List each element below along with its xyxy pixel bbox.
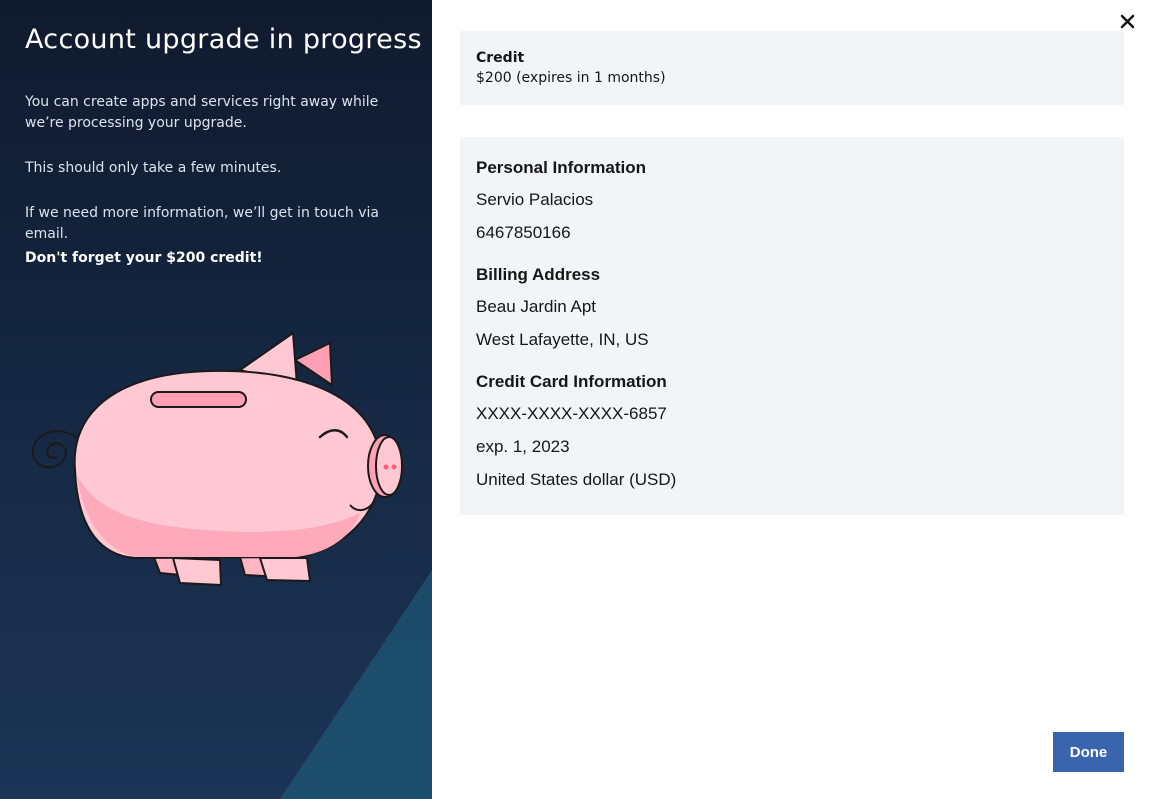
credit-card-expiry: exp. 1, 2023 xyxy=(476,437,570,456)
left-panel: Account upgrade in progress You can crea… xyxy=(0,0,432,799)
credit-card-currency: United States dollar (USD) xyxy=(476,470,677,489)
personal-name: Servio Palacios xyxy=(476,190,594,209)
personal-information-heading: Personal Information xyxy=(476,158,647,177)
account-summary-panel: Personal Information Servio Palacios 646… xyxy=(460,137,1124,515)
billing-address-heading: Billing Address xyxy=(476,265,601,284)
credit-value: $200 (expires in 1 months) xyxy=(476,70,666,86)
credit-card-heading: Credit Card Information xyxy=(476,372,667,391)
intro-paragraph: You can create apps and services right a… xyxy=(25,94,379,131)
credit-panel: Credit $200 (expires in 1 months) xyxy=(460,31,1124,105)
duration-paragraph: This should only take a few minutes. xyxy=(25,160,282,176)
credit-card-number: XXXX-XXXX-XXXX-6857 xyxy=(476,404,667,423)
upgrade-title: Account upgrade in progress xyxy=(25,24,422,55)
done-button[interactable]: Done xyxy=(1053,732,1124,772)
billing-address-line1: Beau Jardin Apt xyxy=(476,297,597,316)
billing-address-line2: West Lafayette, IN, US xyxy=(476,330,649,349)
credit-reminder: Don't forget your $200 credit! xyxy=(25,250,263,266)
piggy-bank-illustration xyxy=(31,331,403,587)
close-icon[interactable] xyxy=(1118,12,1138,32)
personal-phone: 6467850166 xyxy=(476,223,571,242)
contact-paragraph: If we need more information, we’ll get i… xyxy=(25,205,379,242)
credit-label: Credit xyxy=(476,50,525,66)
